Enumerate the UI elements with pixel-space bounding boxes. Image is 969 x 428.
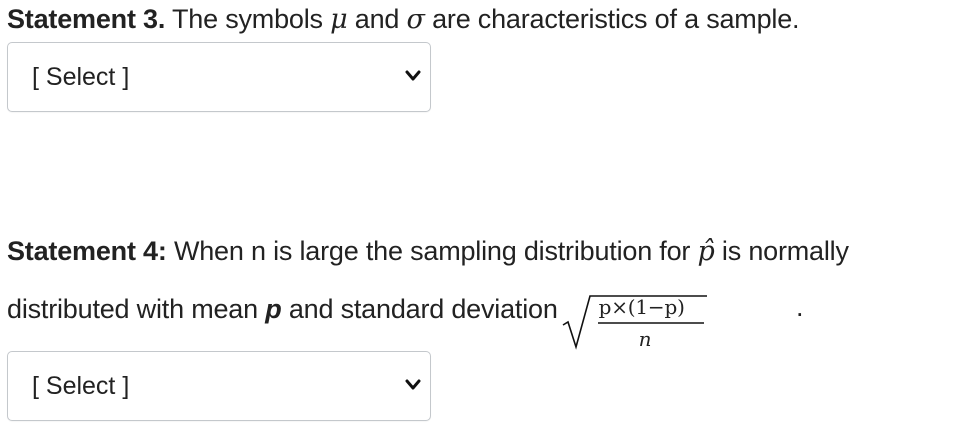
p-hat-symbol: p̂ (697, 236, 715, 267)
std-dev-formula: p×(1−p) n (562, 294, 712, 352)
mean-p-symbol: p (265, 294, 282, 324)
statement-3-text-before: The symbols (165, 4, 331, 34)
statement-3-select[interactable]: [ Select ] (7, 42, 431, 112)
statement-4-label: Statement 4 (7, 236, 158, 266)
statement-4-text-3: distributed with mean (7, 294, 266, 324)
chevron-down-icon (405, 379, 421, 390)
formula-numerator: p×(1−p) (598, 295, 685, 319)
formula-denominator: n (638, 327, 652, 351)
statement-4-line-1: Statement 4: When n is large the samplin… (7, 234, 849, 269)
statement-4-text-1: When n is large the sampling distributio… (166, 236, 698, 266)
chevron-down-icon (405, 70, 421, 81)
statement-4-select[interactable]: [ Select ] (7, 351, 431, 421)
sigma-symbol: σ (406, 4, 425, 35)
statement-4-text-2: is normally (714, 236, 849, 266)
statement-3-select-value: [ Select ] (32, 63, 130, 91)
statement-3-text-and: and (347, 4, 407, 34)
statement-4-period: . (796, 292, 804, 322)
statement-4-select-value: [ Select ] (32, 372, 130, 400)
statement-3-label: Statement 3. (7, 4, 166, 34)
statement-3-text-after: are characteristics of a sample. (424, 4, 800, 34)
statement-3-text: Statement 3. The symbols μ and σ are cha… (7, 2, 800, 37)
statement-4-line-2: distributed with mean p and standard dev… (7, 292, 712, 352)
statement-4-colon: : (157, 236, 167, 266)
statement-4-text-4: and standard deviation (281, 294, 558, 324)
mu-symbol: μ (330, 4, 348, 35)
